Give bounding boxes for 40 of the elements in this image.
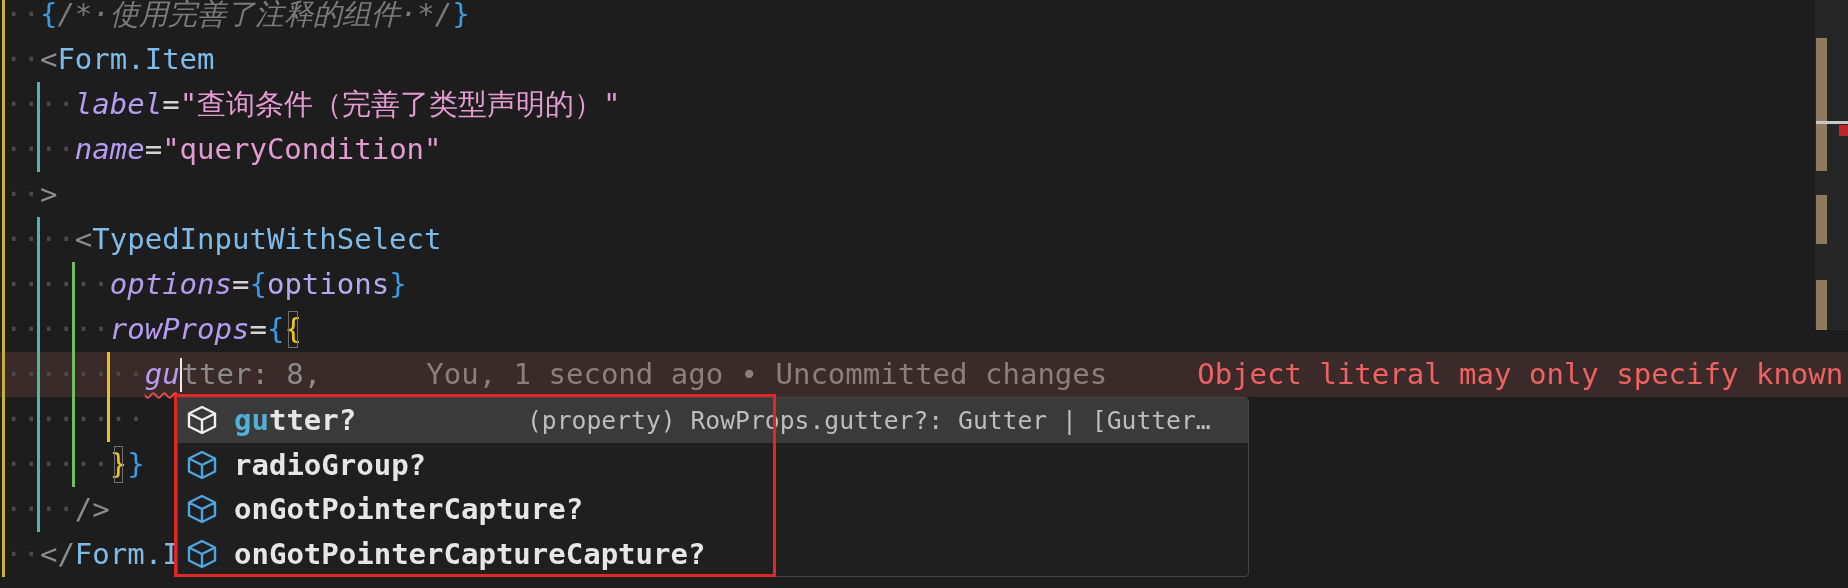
attribute-name: gu (144, 356, 180, 393)
brace: { (249, 266, 267, 303)
tag-bracket: </ (39, 536, 75, 573)
attribute-name: label (74, 86, 163, 123)
suggestion-item[interactable]: onGotPointerCapture? (178, 487, 1248, 532)
tag-name: Form.I (74, 536, 180, 573)
equals-sign: = (162, 86, 180, 123)
suggestion-label: onGotPointerCaptureCapture? (234, 536, 706, 571)
tag-name: TypedInputWithSelect (92, 221, 442, 258)
equals-sign: = (249, 311, 267, 348)
cube-icon (186, 493, 218, 526)
identifier: options (266, 266, 390, 303)
equals-sign: = (144, 131, 163, 168)
cube-icon (186, 404, 218, 437)
string-literal: "queryCondition" (162, 131, 442, 168)
brace: } (452, 0, 470, 33)
attribute-name: rowProps (109, 311, 250, 348)
suggestion-item[interactable]: onGotPointerCaptureCapture? (178, 531, 1248, 576)
tag-name: Form.Item (57, 41, 215, 78)
brace: { (39, 0, 58, 33)
suggestion-label: radioGroup? (234, 447, 428, 482)
blame-annotation: You, 1 second ago • Uncommitted changes (426, 356, 1108, 393)
attribute-name: name (74, 131, 145, 168)
brace: } (389, 266, 407, 303)
brace: } (127, 446, 145, 483)
tag-bracket: < (39, 41, 58, 78)
tag-bracket: /> (74, 491, 110, 528)
brace: { (266, 311, 285, 348)
code-text: tter: 8, (181, 356, 322, 393)
string-literal: "查询条件（完善了类型声明的）" (179, 86, 621, 123)
cube-icon (186, 537, 218, 570)
attribute-name: options (109, 266, 232, 303)
cube-icon (186, 448, 218, 481)
suggestion-label: gutter? (234, 403, 358, 438)
equals-sign: = (232, 266, 250, 303)
suggestion-label: onGotPointerCapture? (234, 492, 584, 527)
suggestion-item[interactable]: radioGroup? (178, 442, 1248, 487)
tag-bracket: < (74, 221, 93, 258)
error-message: Object literal may only specify known (1197, 356, 1844, 393)
tag-bracket: > (39, 176, 58, 213)
